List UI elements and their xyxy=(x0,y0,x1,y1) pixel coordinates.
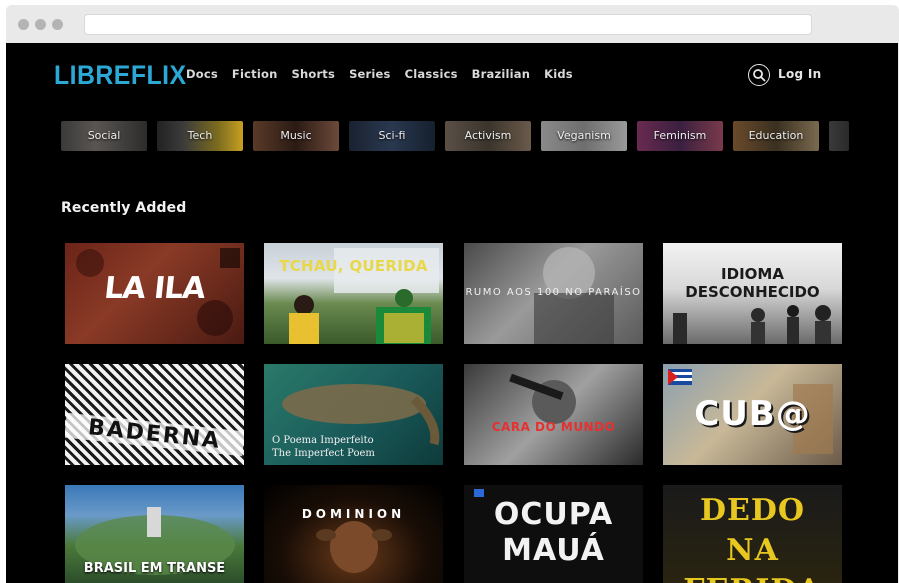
poster-dedo-na-ferida[interactable]: DEDO NA FERIDA xyxy=(663,485,842,583)
category-more[interactable] xyxy=(829,121,849,151)
category-label: Education xyxy=(748,129,804,142)
poster-title: O Poema Imperfeito The Imperfect Poem xyxy=(272,434,443,460)
category-label: Social xyxy=(87,129,121,142)
window-minimize-dot[interactable] xyxy=(35,19,46,30)
nav-fiction[interactable]: Fiction xyxy=(232,67,278,81)
poster-art xyxy=(509,373,576,424)
poster-title: DEDO NA FERIDA xyxy=(683,493,820,583)
category-activism[interactable]: Activism xyxy=(445,121,531,151)
poster-baderna[interactable]: BADERNA xyxy=(65,364,244,465)
poster-tchau-querida[interactable]: TCHAU, QUERIDA xyxy=(264,243,443,344)
poster-rumo-aos-100[interactable]: RUMO AOS 100 NO PARAÍSO xyxy=(464,243,643,344)
poster-title: CARA DO MUNDO xyxy=(491,420,616,434)
nav-shorts[interactable]: Shorts xyxy=(291,67,335,81)
login-link[interactable]: Log In xyxy=(778,67,821,81)
nav-brazilian[interactable]: Brazilian xyxy=(472,67,530,81)
poster-title: RUMO AOS 100 NO PARAÍSO xyxy=(465,287,642,298)
window-close-dot[interactable] xyxy=(18,19,29,30)
category-label: Veganism xyxy=(557,129,611,142)
category-label: Activism xyxy=(464,129,512,142)
poster-title: DOMINION xyxy=(301,507,406,521)
poster-la-ila[interactable]: LA ILA xyxy=(65,243,244,344)
category-social[interactable]: Social xyxy=(61,121,147,151)
site-logo[interactable]: LIBREFLIX xyxy=(54,60,186,91)
category-feminism[interactable]: Feminism xyxy=(637,121,723,151)
nav-series[interactable]: Series xyxy=(349,67,391,81)
category-label: Sci-fi xyxy=(378,129,406,142)
poster-o-poema-imperfeito[interactable]: O Poema Imperfeito The Imperfect Poem xyxy=(264,364,443,465)
nav-classics[interactable]: Classics xyxy=(405,67,458,81)
search-icon xyxy=(753,69,766,82)
browser-toolbar xyxy=(6,5,899,43)
poster-title: TCHAU, QUERIDA xyxy=(279,257,428,275)
category-strip: Social Tech Music Sci-fi Activism Vegani… xyxy=(61,121,898,151)
window-maximize-dot[interactable] xyxy=(52,19,63,30)
address-bar[interactable] xyxy=(84,14,812,35)
poster-idioma-desconhecido[interactable]: IDIOMA DESCONHECIDO xyxy=(663,243,842,344)
poster-art xyxy=(316,521,392,573)
poster-title-pt: O Poema Imperfeito xyxy=(272,435,374,446)
category-music[interactable]: Music xyxy=(253,121,339,151)
poster-title: LA ILA xyxy=(102,271,207,306)
poster-subtitle-en: The Imperfect Poem xyxy=(272,448,375,459)
poster-title: OCUPA MAUÁ xyxy=(493,497,614,568)
category-veganism[interactable]: Veganism xyxy=(541,121,627,151)
poster-dominion[interactable]: DOMINION xyxy=(264,485,443,583)
nav-docs[interactable]: Docs xyxy=(186,67,218,81)
category-sci-fi[interactable]: Sci-fi xyxy=(349,121,435,151)
category-label: Tech xyxy=(187,129,213,142)
nav-kids[interactable]: Kids xyxy=(544,67,573,81)
poster-title: BRASIL EM TRANSE xyxy=(83,561,226,576)
category-tech[interactable]: Tech xyxy=(157,121,243,151)
category-label: Feminism xyxy=(653,129,707,142)
poster-cara-do-mundo[interactable]: CARA DO MUNDO xyxy=(464,364,643,465)
main-nav: Docs Fiction Shorts Series Classics Braz… xyxy=(186,67,587,81)
poster-ocupa-maua[interactable]: OCUPA MAUÁ xyxy=(464,485,643,583)
category-label: Music xyxy=(280,129,312,142)
poster-cuba[interactable]: CUB@ xyxy=(663,364,842,465)
search-button[interactable] xyxy=(748,64,770,86)
poster-title: CUB@ xyxy=(694,394,811,434)
poster-title: BADERNA xyxy=(65,412,244,457)
category-education[interactable]: Education xyxy=(733,121,819,151)
poster-title: IDIOMA DESCONHECIDO xyxy=(685,265,820,301)
poster-brasil-em-transe[interactable]: BRASIL EM TRANSE xyxy=(65,485,244,583)
section-title: Recently Added xyxy=(61,200,187,216)
page-viewport: LIBREFLIX Docs Fiction Shorts Series Cla… xyxy=(6,43,898,583)
